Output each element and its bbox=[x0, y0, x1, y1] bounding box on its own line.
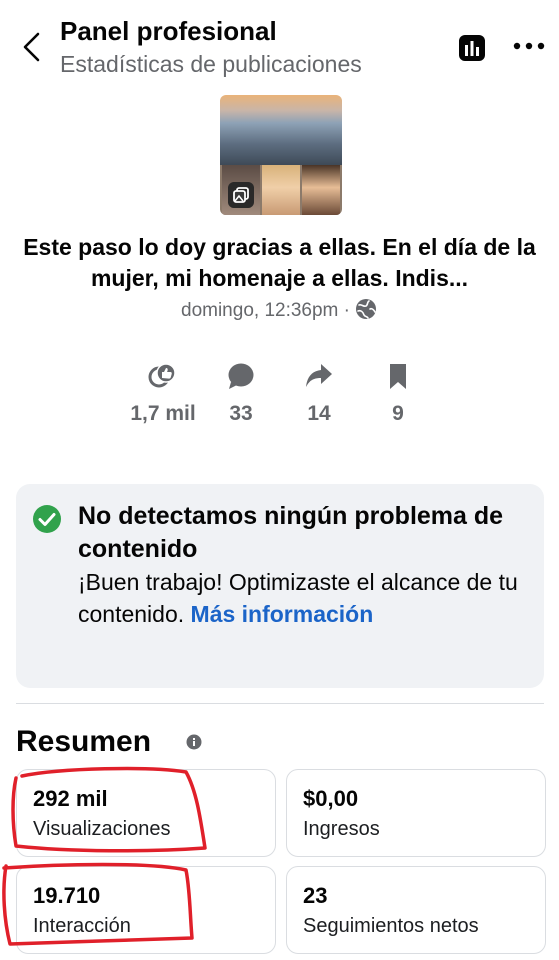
thumbnail-photo-3 bbox=[302, 165, 340, 215]
metric-label: Seguimientos netos bbox=[303, 915, 479, 937]
shares-count: 14 bbox=[307, 402, 331, 425]
metric-card-net-follows[interactable]: 23 Seguimientos netos bbox=[286, 866, 546, 954]
insights-chart-icon[interactable] bbox=[458, 34, 486, 62]
reactions-count: 1,7 mil bbox=[130, 402, 196, 425]
metric-value: 19.710 bbox=[33, 883, 101, 908]
stat-reactions[interactable]: 1,7 mil bbox=[118, 362, 208, 426]
metric-label: Ingresos bbox=[303, 818, 380, 840]
content-status-notice: No detectamos ningún problema de conteni… bbox=[16, 484, 544, 688]
globe-icon bbox=[356, 299, 376, 319]
metric-value: 23 bbox=[303, 883, 328, 908]
metric-label: Visualizaciones bbox=[33, 818, 171, 840]
bookmark-icon bbox=[390, 364, 406, 389]
metric-card-engagement[interactable]: 19.710 Interacción bbox=[16, 866, 276, 954]
section-divider bbox=[16, 703, 544, 704]
info-icon[interactable] bbox=[186, 734, 202, 750]
more-info-link[interactable]: Más información bbox=[191, 601, 374, 627]
comment-icon bbox=[228, 363, 254, 389]
metric-label: Interacción bbox=[33, 915, 131, 937]
stat-shares[interactable]: 14 bbox=[274, 362, 364, 426]
back-arrow-icon[interactable] bbox=[18, 30, 46, 64]
post-date: domingo, 12:36pm · bbox=[181, 300, 350, 321]
metric-value: $0,00 bbox=[303, 786, 359, 811]
share-icon bbox=[306, 364, 332, 387]
post-thumbnail[interactable] bbox=[220, 95, 342, 215]
stat-saves[interactable]: 9 bbox=[353, 362, 443, 426]
post-caption: Este paso lo doy gracias a ellas. En el … bbox=[23, 234, 536, 291]
page-subtitle: Estadísticas de publicaciones bbox=[60, 51, 362, 77]
metric-value: 292 mil bbox=[33, 786, 108, 811]
gallery-icon bbox=[228, 182, 254, 208]
post-timestamp: domingo, 12:36pm · bbox=[0, 297, 559, 322]
more-options-icon[interactable] bbox=[512, 36, 546, 56]
top-bar: Panel profesional Estadísticas de public… bbox=[0, 0, 559, 90]
comments-count: 33 bbox=[229, 402, 253, 425]
summary-heading: Resumen bbox=[16, 725, 152, 758]
reactions-icon bbox=[148, 363, 176, 388]
saves-count: 9 bbox=[392, 402, 404, 425]
metric-card-earnings[interactable]: $0,00 Ingresos bbox=[286, 769, 546, 857]
metric-card-views[interactable]: 292 mil Visualizaciones bbox=[16, 769, 276, 857]
check-circle-icon bbox=[33, 505, 61, 533]
page-title: Panel profesional bbox=[60, 16, 277, 46]
thumbnail-photo-main bbox=[220, 95, 342, 165]
notice-body: ¡Buen trabajo! Optimizaste el alcance de… bbox=[78, 566, 528, 630]
thumbnail-photo-2 bbox=[262, 165, 300, 215]
stat-comments[interactable]: 33 bbox=[196, 362, 286, 426]
notice-title: No detectamos ningún problema de conteni… bbox=[78, 502, 504, 563]
